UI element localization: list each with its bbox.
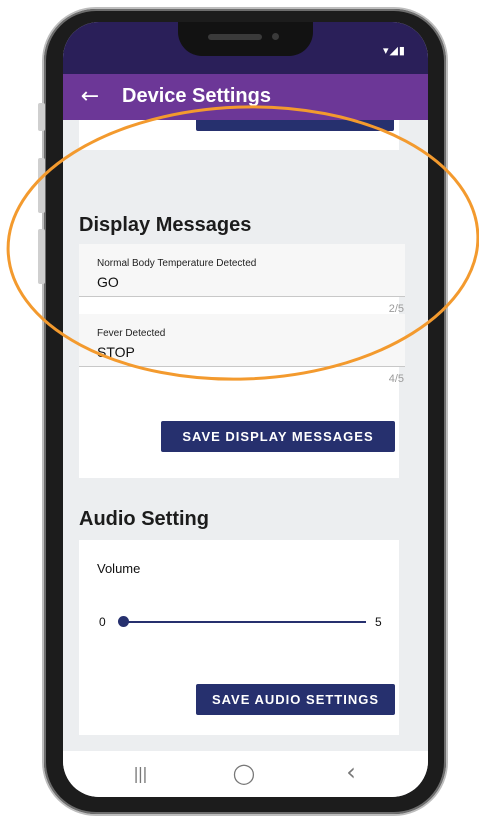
back-icon[interactable]: ‹ — [331, 758, 371, 786]
status-bar: ▾◢▮ — [63, 22, 428, 74]
phone-side-button — [38, 103, 45, 131]
front-camera — [272, 33, 279, 40]
screen: ▾◢▮ ← Device Settings SAVE TEMPERATURE S… — [63, 22, 428, 797]
status-icons: ▾◢▮ — [382, 44, 406, 57]
speaker — [208, 34, 262, 40]
volume-slider-thumb[interactable] — [118, 616, 129, 627]
field-value: STOP — [97, 344, 135, 360]
field-label: Fever Detected — [97, 328, 166, 339]
save-display-messages-button[interactable]: SAVE DISPLAY MESSAGES — [161, 421, 395, 452]
home-icon[interactable]: ◯ — [224, 761, 264, 785]
display-messages-heading: Display Messages — [79, 214, 252, 236]
volume-min-label: 0 — [99, 615, 106, 629]
character-counter: 4/5 — [388, 373, 404, 385]
phone-side-button — [38, 229, 45, 284]
recents-icon[interactable]: ||| — [120, 764, 160, 783]
fever-message-field[interactable]: Fever Detected STOP — [79, 314, 405, 367]
normal-temperature-message-field[interactable]: Normal Body Temperature Detected GO — [79, 244, 405, 297]
back-arrow-icon[interactable]: ← — [75, 82, 105, 112]
app-bar: ← Device Settings — [63, 74, 428, 120]
save-audio-settings-button[interactable]: SAVE AUDIO SETTINGS — [196, 684, 395, 715]
save-temperature-settings-button[interactable]: SAVE TEMPERATURE SETTINGS — [196, 120, 394, 131]
audio-setting-heading: Audio Setting — [79, 508, 209, 530]
system-nav-bar: ||| ◯ ‹ — [63, 751, 428, 797]
volume-max-label: 5 — [375, 615, 382, 629]
phone-side-button — [38, 158, 45, 213]
field-value: GO — [97, 274, 119, 290]
temperature-settings-card: SAVE TEMPERATURE SETTINGS — [79, 120, 399, 150]
volume-slider-track[interactable] — [123, 621, 366, 623]
field-label: Normal Body Temperature Detected — [97, 258, 257, 269]
settings-content[interactable]: SAVE TEMPERATURE SETTINGS Display Messag… — [63, 120, 428, 751]
page-title: Device Settings — [122, 85, 271, 107]
volume-label: Volume — [97, 561, 141, 576]
